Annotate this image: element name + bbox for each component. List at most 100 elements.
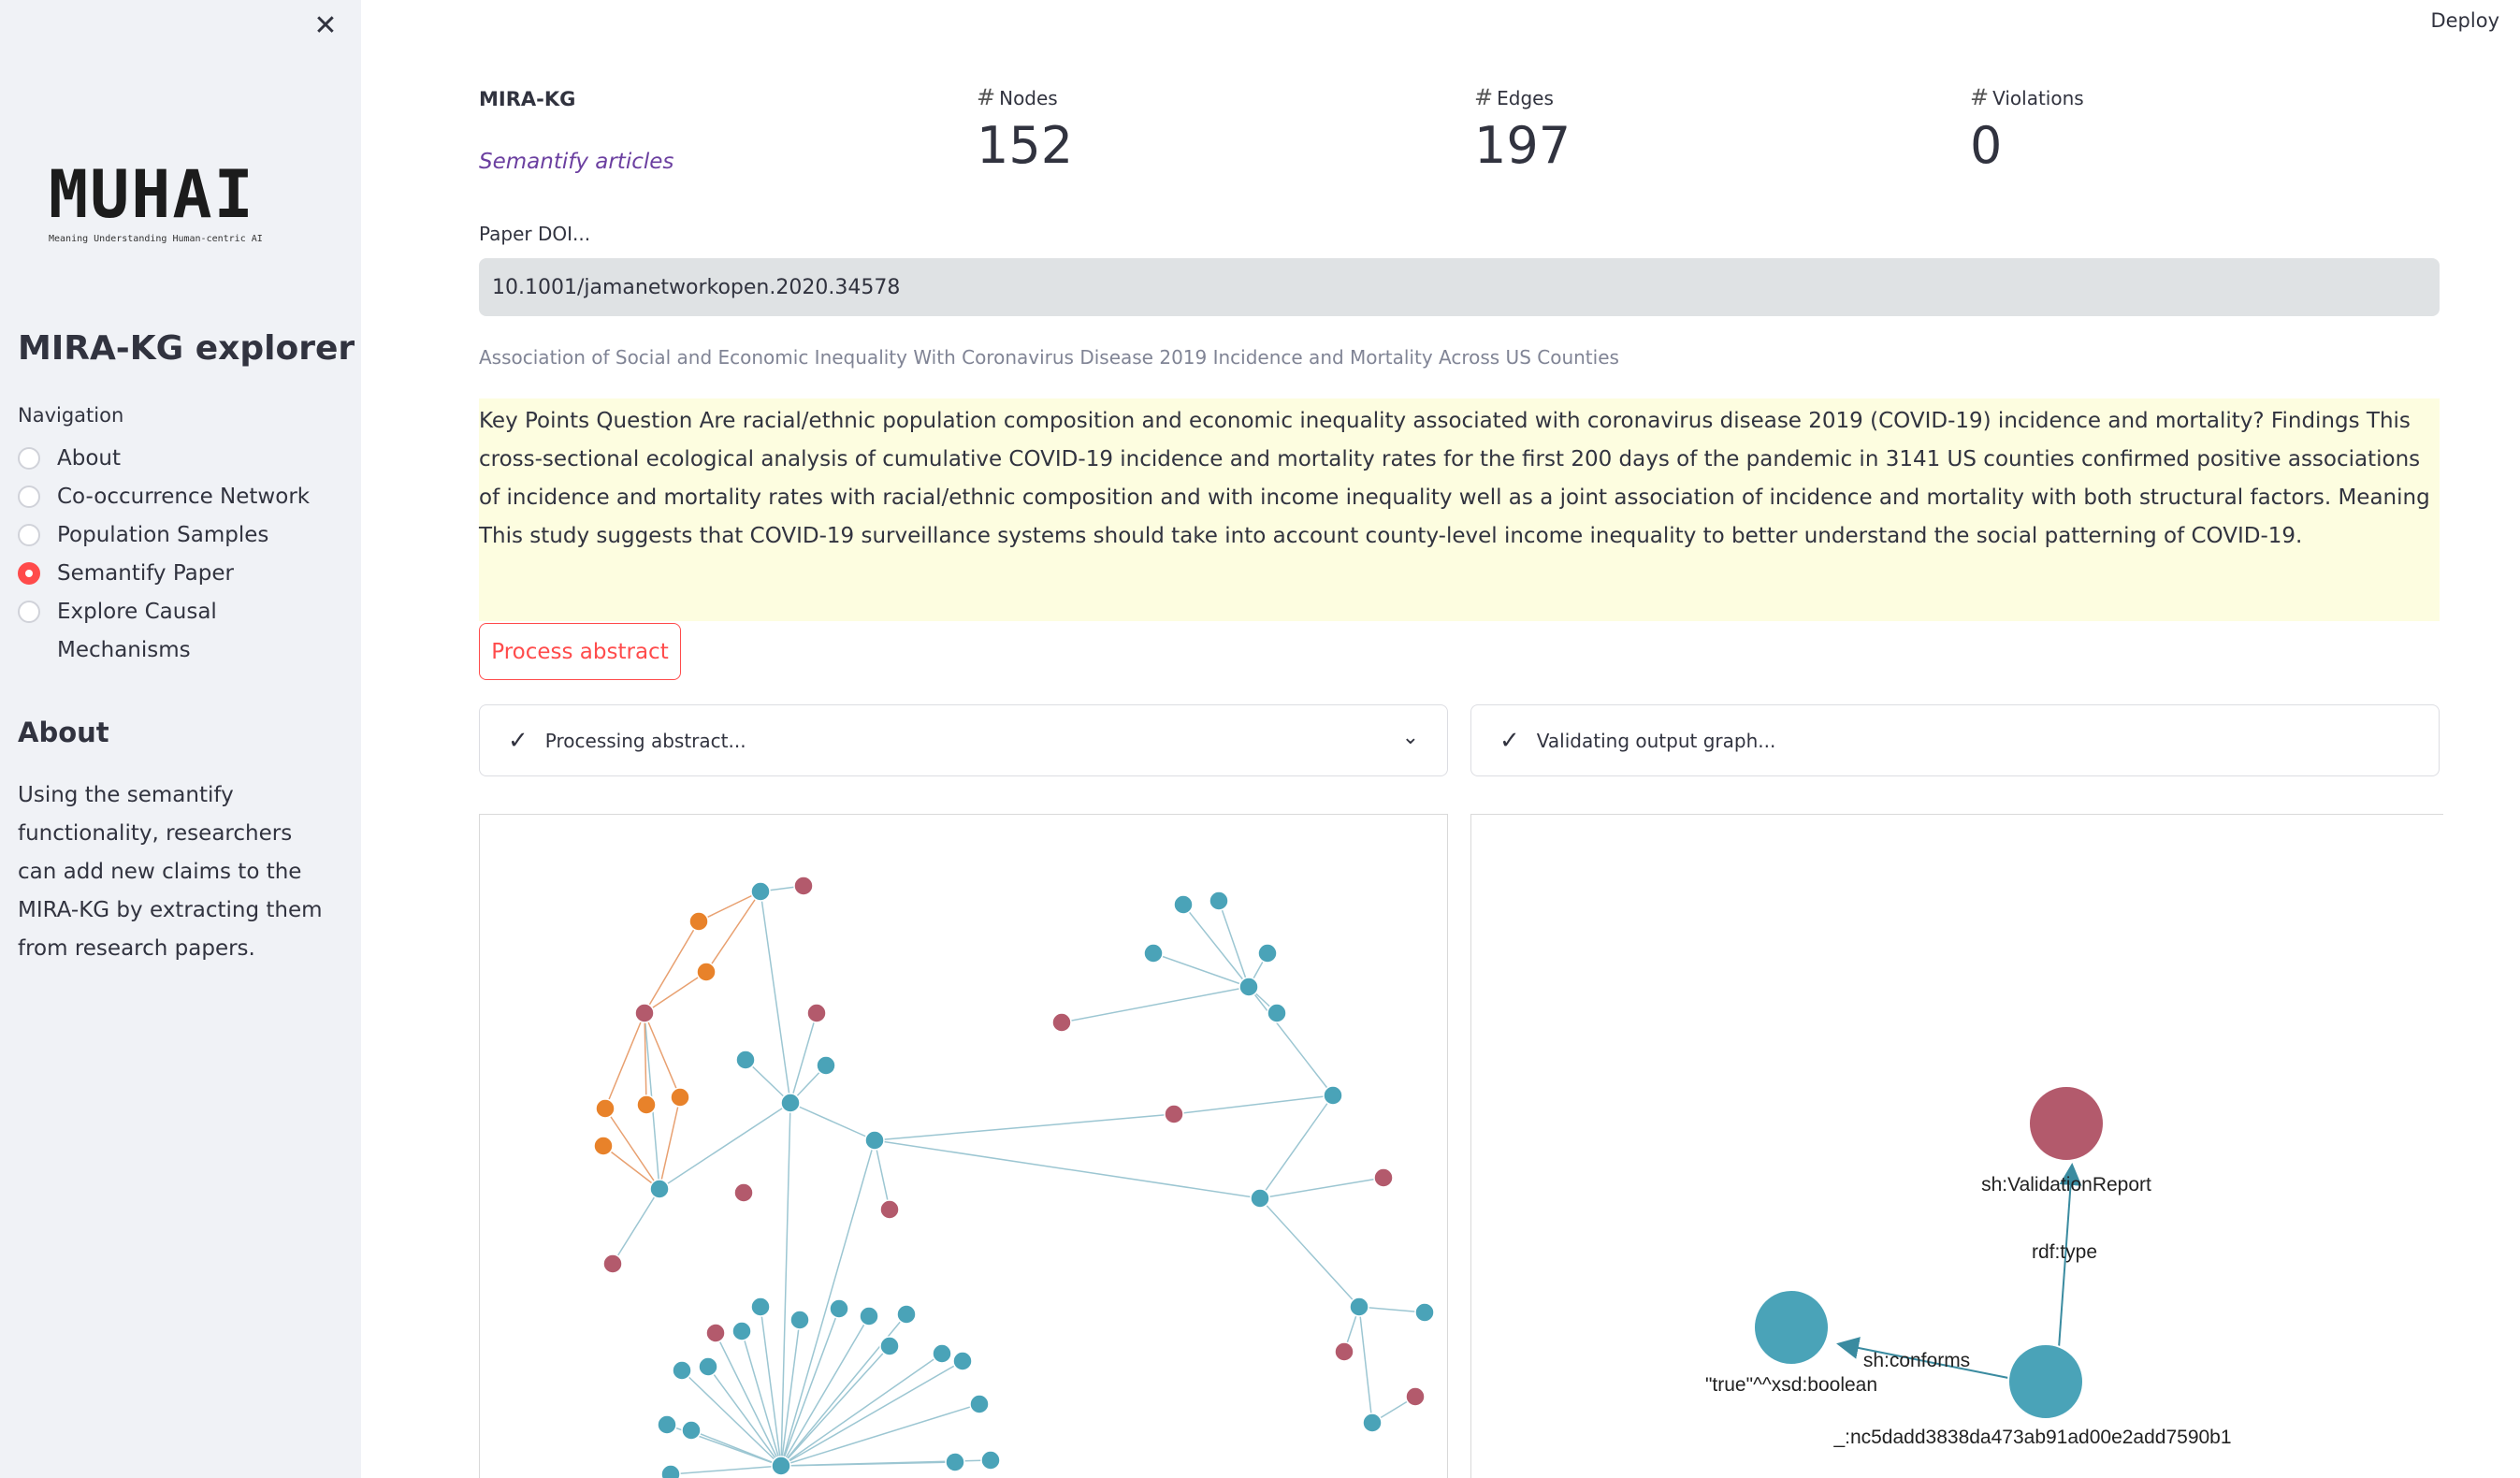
metric-label: Edges	[1497, 87, 1554, 109]
graph-edge	[1061, 986, 1250, 1023]
graph-node[interactable]	[1267, 1003, 1287, 1023]
graph-edge	[1218, 900, 1250, 988]
graph-edge	[780, 1345, 891, 1467]
graph-node[interactable]	[1405, 1386, 1426, 1407]
graph-node[interactable]	[1373, 1167, 1394, 1188]
graph-edge	[780, 1102, 791, 1467]
chevron-down-icon[interactable]: ⌄	[1402, 726, 1419, 749]
graph-edge	[780, 1308, 840, 1467]
graph-node[interactable]	[1334, 1341, 1354, 1362]
process-abstract-button[interactable]: Process abstract	[479, 623, 681, 680]
hash-icon: #	[1474, 84, 1494, 110]
graph-node[interactable]	[932, 1343, 952, 1364]
graph-edge	[604, 1012, 645, 1109]
graph-edge	[780, 1360, 963, 1467]
graph-node[interactable]	[1173, 894, 1194, 915]
radio-circle[interactable]	[18, 524, 40, 546]
graph-edge	[1248, 986, 1334, 1096]
graph-node[interactable]	[806, 1003, 827, 1023]
radio-circle-selected[interactable]	[18, 562, 40, 585]
graph-node[interactable]	[649, 1179, 670, 1199]
graph-edge	[780, 1315, 870, 1467]
nav-radio-about[interactable]: About	[18, 440, 336, 478]
deploy-button[interactable]: Deploy	[2430, 9, 2499, 32]
graph-node[interactable]	[859, 1306, 879, 1326]
graph-node[interactable]	[1164, 1104, 1184, 1124]
graph-node[interactable]	[1143, 943, 1164, 964]
graph-node[interactable]	[945, 1452, 965, 1472]
graph-node[interactable]	[672, 1360, 692, 1381]
radio-circle[interactable]	[18, 447, 40, 470]
graph-edge	[602, 1145, 660, 1190]
graph-node[interactable]	[750, 1297, 771, 1317]
knowledge-graph-panel[interactable]	[479, 814, 1448, 1478]
graph-node[interactable]	[879, 1199, 900, 1220]
nav-radio-co-occurrence-network[interactable]: Co-occurrence Network	[18, 478, 336, 516]
nav-radio-semantify-paper[interactable]: Semantify Paper	[18, 555, 336, 593]
graph-node[interactable]	[660, 1464, 681, 1478]
graph-node[interactable]	[1349, 1297, 1369, 1317]
graph-edge	[659, 1102, 791, 1190]
nav-radio-population-samples[interactable]: Population Samples	[18, 516, 336, 555]
validation-status-expander[interactable]: ✓ Validating output graph...	[1470, 704, 2440, 776]
validation-graph-canvas[interactable]: sh:ValidationReport _:nc5dadd3838da473ab…	[1471, 815, 2443, 1478]
nav-radio-explore-causal-mechanisms[interactable]: Explore Causal Mechanisms	[18, 593, 336, 670]
graph-node[interactable]	[657, 1414, 677, 1435]
brand-title: MIRA-KG	[479, 88, 576, 110]
graph-node[interactable]	[593, 1136, 614, 1156]
radio-circle[interactable]	[18, 485, 40, 508]
graph-node[interactable]	[602, 1253, 623, 1274]
close-icon[interactable]: ✕	[311, 11, 340, 41]
graph-node[interactable]	[896, 1304, 917, 1325]
doi-input[interactable]	[479, 258, 2440, 316]
node-boolean[interactable]	[1753, 1289, 1830, 1366]
radio-label: Co-occurrence Network	[57, 485, 311, 509]
graph-node[interactable]	[864, 1130, 885, 1151]
graph-node[interactable]	[698, 1356, 718, 1377]
graph-edge	[705, 891, 761, 973]
graph-node[interactable]	[879, 1336, 900, 1356]
graph-node[interactable]	[696, 962, 717, 982]
graph-node[interactable]	[1250, 1188, 1270, 1209]
logo-tagline: Meaning Understanding Human-centric AI	[49, 234, 263, 244]
graph-node[interactable]	[705, 1323, 726, 1343]
graph-node[interactable]	[733, 1182, 754, 1203]
graph-node[interactable]	[735, 1050, 756, 1070]
graph-node[interactable]	[771, 1456, 791, 1476]
graph-node[interactable]	[634, 1003, 655, 1023]
knowledge-graph-canvas[interactable]	[480, 815, 1448, 1478]
graph-node[interactable]	[789, 1310, 810, 1330]
graph-node[interactable]	[829, 1298, 849, 1319]
graph-node[interactable]	[1238, 977, 1259, 997]
edge-label-sh-conforms: sh:conforms	[1863, 1350, 1970, 1371]
graph-node[interactable]	[681, 1420, 702, 1441]
validation-graph-panel[interactable]: sh:ValidationReport _:nc5dadd3838da473ab…	[1470, 814, 2443, 1478]
graph-node[interactable]	[595, 1098, 616, 1119]
graph-node[interactable]	[969, 1394, 990, 1414]
graph-node[interactable]	[731, 1321, 752, 1341]
graph-node[interactable]	[1362, 1413, 1383, 1433]
node-blank[interactable]	[2007, 1343, 2084, 1420]
graph-node[interactable]	[636, 1094, 657, 1115]
hash-icon: #	[1970, 84, 1990, 110]
check-icon: ✓	[1499, 726, 1520, 755]
graph-node[interactable]	[780, 1093, 801, 1113]
radio-circle[interactable]	[18, 601, 40, 623]
graph-node[interactable]	[750, 881, 771, 902]
graph-edge	[1259, 1197, 1360, 1308]
graph-node[interactable]	[670, 1087, 690, 1108]
graph-node[interactable]	[1257, 943, 1278, 964]
node-validation-report[interactable]	[2028, 1085, 2105, 1162]
radio-label: Semantify Paper	[57, 561, 234, 586]
graph-node[interactable]	[816, 1055, 836, 1076]
graph-node[interactable]	[952, 1351, 973, 1371]
graph-node[interactable]	[1414, 1302, 1435, 1323]
graph-node[interactable]	[1323, 1085, 1343, 1106]
graph-node[interactable]	[688, 911, 709, 932]
graph-node[interactable]	[1051, 1012, 1072, 1033]
graph-node[interactable]	[980, 1450, 1001, 1471]
semantify-articles-link[interactable]: Semantify articles	[479, 150, 673, 174]
graph-node[interactable]	[793, 876, 814, 896]
graph-node[interactable]	[1209, 891, 1229, 911]
processing-status-expander[interactable]: ✓ Processing abstract... ⌄	[479, 704, 1448, 776]
